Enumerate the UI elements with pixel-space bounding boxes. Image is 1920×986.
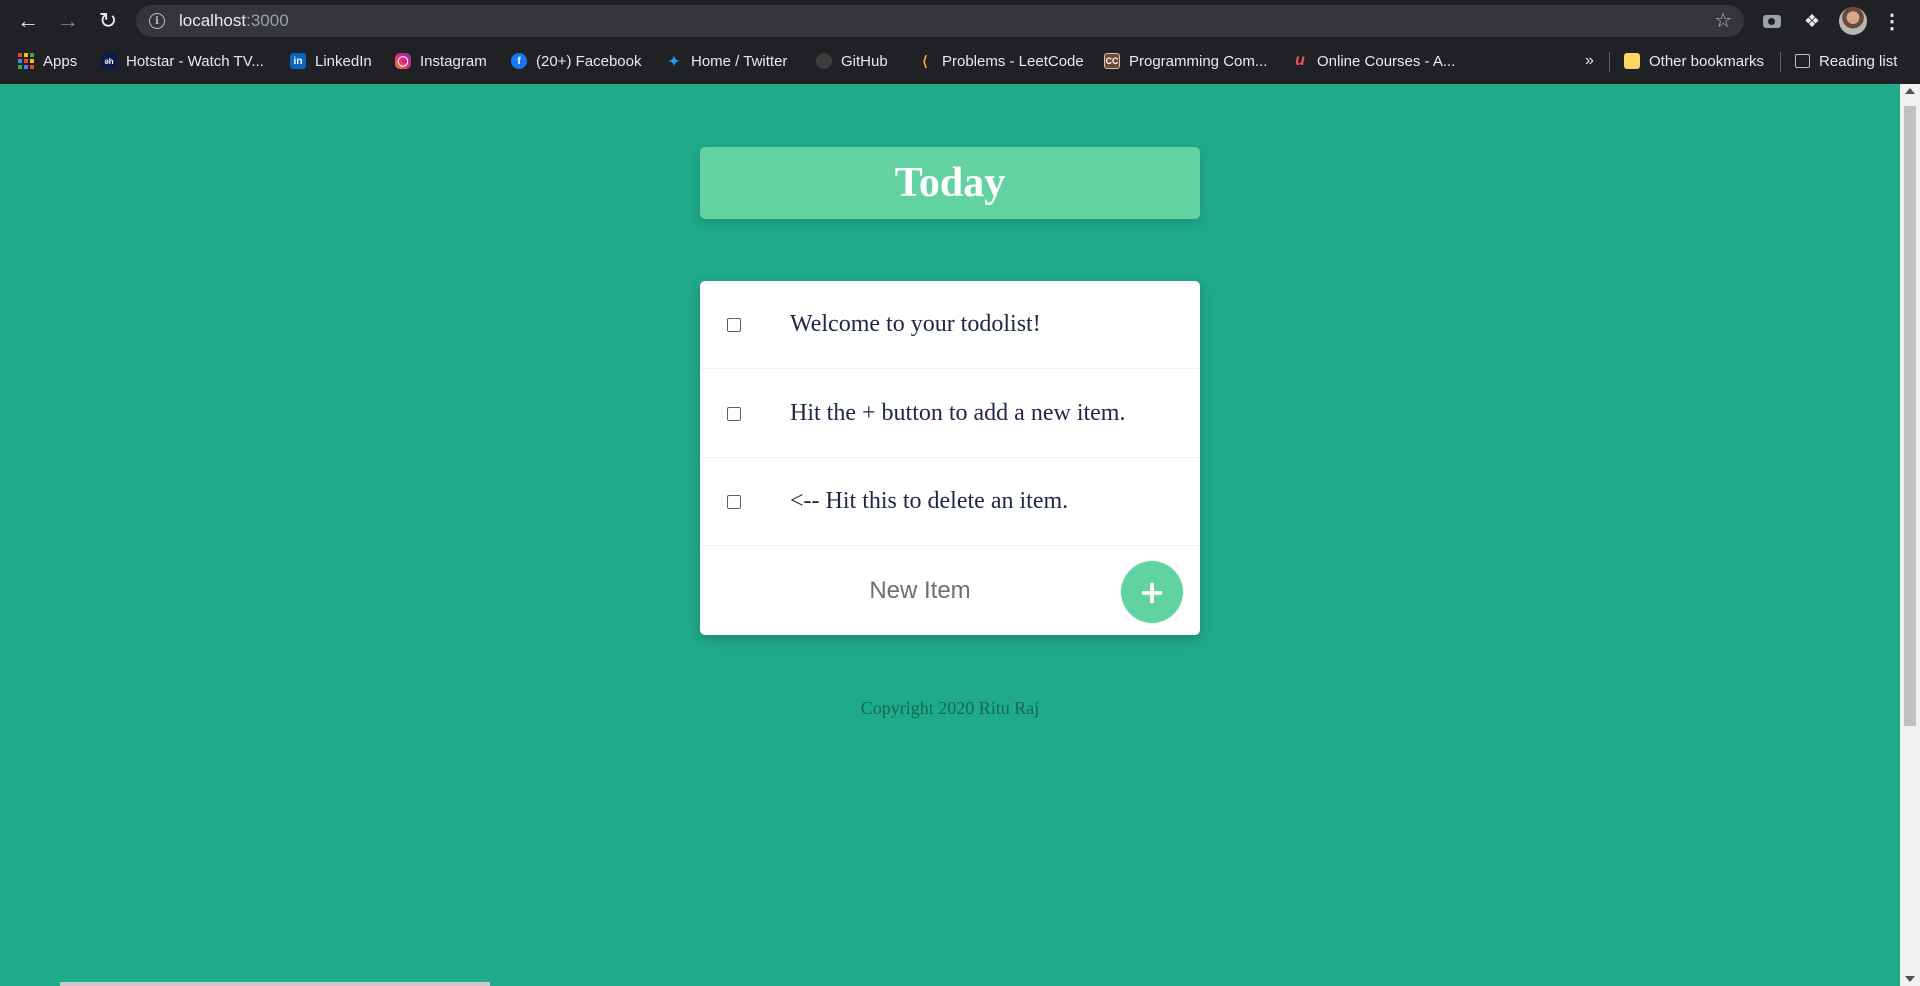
back-button[interactable]: ← (8, 1, 48, 41)
camera-icon[interactable] (1760, 9, 1784, 33)
reload-icon: ↻ (98, 8, 118, 33)
list-item: Hit the + button to add a new item. (700, 370, 1200, 458)
bookmark-label: Instagram (420, 52, 487, 70)
bookmarks-divider (1609, 52, 1610, 72)
page-title: Today (894, 160, 1006, 206)
bookmark-codechef[interactable]: CC Programming Com... (1104, 46, 1267, 76)
overflow-label: » (1585, 52, 1594, 69)
item-text: <-- Hit this to delete an item. (790, 488, 1069, 514)
url-host: localhost (179, 11, 247, 30)
arrow-left-icon: ← (17, 8, 39, 33)
item-checkbox[interactable] (727, 317, 741, 332)
bookmark-hotstar[interactable]: ǝh Hotstar - Watch TV... (101, 46, 264, 76)
reading-list-icon (1795, 54, 1810, 68)
bookmark-leetcode[interactable]: ⟨ Problems - LeetCode (917, 46, 1084, 76)
address-bar[interactable]: i localhost:3000 ☆ (136, 5, 1744, 37)
reading-list[interactable]: Reading list (1795, 46, 1897, 76)
bookmark-udemy[interactable]: u Online Courses - A... (1292, 46, 1455, 76)
bookmark-facebook[interactable]: f (20+) Facebook (511, 46, 641, 76)
title-box: Today (700, 147, 1200, 219)
bookmark-label: Home / Twitter (691, 52, 788, 70)
horizontal-scrollbar[interactable] (60, 982, 490, 986)
list-item: <-- Hit this to delete an item. (700, 458, 1200, 546)
bookmark-label: GitHub (841, 52, 888, 70)
linkedin-icon: in (290, 53, 306, 69)
url-port: :3000 (246, 11, 289, 30)
url-text[interactable]: localhost:3000 (179, 11, 289, 31)
item-checkbox[interactable] (727, 494, 741, 509)
codechef-icon: CC (1104, 53, 1120, 69)
star-icon[interactable]: ☆ (1714, 8, 1732, 33)
copyright-footer: Copyright 2020 Ritu Raj (860, 698, 1040, 718)
bookmark-label: Online Courses - A... (1317, 52, 1456, 70)
item-text: Welcome to your todolist! (790, 311, 1041, 337)
item-text: Hit the + button to add a new item. (790, 400, 1126, 426)
vertical-scrollbar[interactable] (1900, 84, 1920, 986)
info-icon[interactable]: i (149, 13, 165, 29)
github-icon (816, 53, 832, 69)
todo-list: Welcome to your todolist! Hit the + butt… (700, 281, 1200, 635)
bookmarks-bar: Apps ǝh Hotstar - Watch TV... in LinkedI… (0, 46, 1920, 76)
scroll-down-arrow-icon[interactable] (1905, 976, 1915, 982)
bookmark-label: (20+) Facebook (536, 52, 642, 70)
new-item-form: + (700, 547, 1200, 635)
avatar[interactable] (1839, 7, 1867, 35)
bookmark-label: Hotstar - Watch TV... (126, 52, 264, 70)
puzzle-icon[interactable]: ❖ (1800, 9, 1824, 33)
kebab-menu-icon[interactable]: ⋮ (1880, 9, 1904, 33)
reading-list-label: Reading list (1819, 52, 1898, 70)
bookmark-label: LinkedIn (315, 52, 372, 70)
item-checkbox[interactable] (727, 406, 741, 421)
bookmark-apps[interactable]: Apps (18, 46, 77, 76)
scroll-up-arrow-icon[interactable] (1905, 88, 1915, 94)
add-item-button[interactable]: + (1121, 561, 1183, 623)
twitter-icon: ✦ (668, 52, 680, 69)
other-bookmarks[interactable]: Other bookmarks (1624, 46, 1764, 76)
apps-grid-icon (18, 53, 34, 69)
list-item: Welcome to your todolist! (700, 281, 1200, 369)
udemy-icon: u (1295, 52, 1305, 69)
arrow-right-icon: → (57, 8, 79, 33)
browser-toolbar: ← → ↻ i localhost:3000 ☆ ❖ ⋮ (0, 0, 1920, 42)
leetcode-icon: ⟨ (922, 52, 928, 69)
bookmark-label: Apps (43, 52, 78, 70)
bookmark-twitter[interactable]: ✦ Home / Twitter (666, 46, 787, 76)
bookmark-github[interactable]: GitHub (816, 46, 888, 76)
bookmark-label: Programming Com... (1129, 52, 1268, 70)
new-item-input[interactable] (790, 567, 1050, 615)
hotstar-icon: ǝh (101, 53, 117, 69)
instagram-icon: ◯ (395, 53, 411, 69)
bookmarks-overflow-button[interactable]: » (1585, 46, 1594, 76)
bookmark-linkedin[interactable]: in LinkedIn (290, 46, 372, 76)
bookmarks-divider (1780, 52, 1781, 72)
scroll-thumb[interactable] (1904, 106, 1916, 726)
folder-icon (1624, 53, 1640, 69)
facebook-icon: f (511, 53, 527, 69)
bookmark-instagram[interactable]: ◯ Instagram (395, 46, 487, 76)
other-bookmarks-label: Other bookmarks (1649, 52, 1765, 70)
browser-chrome: ← → ↻ i localhost:3000 ☆ ❖ ⋮ Apps ǝh Hot… (0, 0, 1920, 84)
reload-button[interactable]: ↻ (88, 1, 128, 41)
bookmark-label: Problems - LeetCode (942, 52, 1084, 70)
forward-button[interactable]: → (48, 1, 88, 41)
